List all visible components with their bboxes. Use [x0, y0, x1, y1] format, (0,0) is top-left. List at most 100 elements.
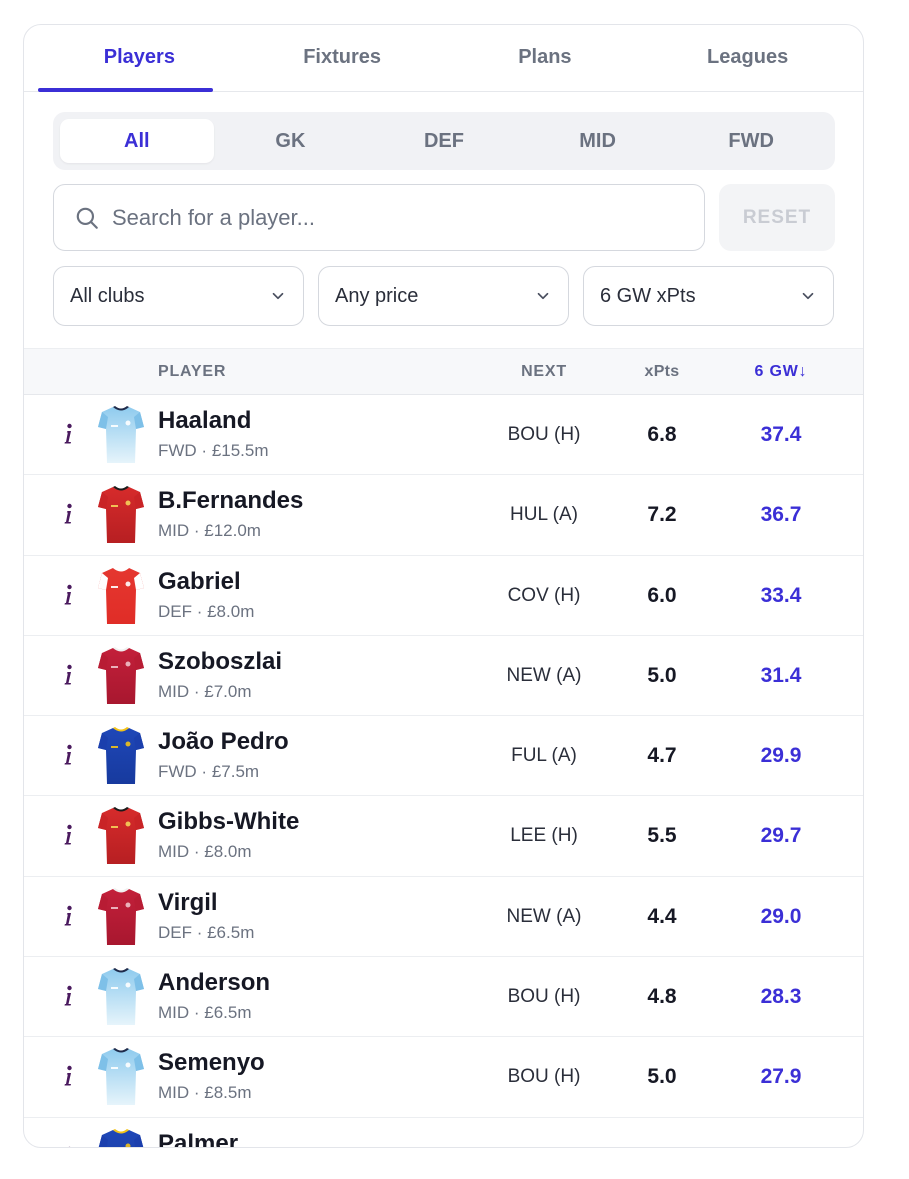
reset-button[interactable]: RESET	[719, 184, 835, 251]
info-icon[interactable]	[62, 820, 74, 850]
column-player[interactable]: PLAYER	[158, 349, 226, 394]
column-next[interactable]: NEXT	[494, 349, 594, 394]
position-fwd[interactable]: FWD	[674, 119, 828, 163]
info-icon[interactable]	[62, 499, 74, 529]
player-position-price: DEF · £8.0m	[158, 601, 255, 621]
next-fixture: NEW (A)	[506, 905, 582, 927]
table-row[interactable]: Gabriel DEF · £8.0m COV (H) 6.0 33.4	[24, 556, 863, 636]
xpts-value: 7.2	[647, 503, 677, 527]
table-row[interactable]: Anderson MID · £6.5m BOU (H) 4.8 28.3	[24, 957, 863, 1038]
six-gw-value: 37.4	[760, 423, 802, 446]
position-def[interactable]: DEF	[367, 119, 521, 163]
next-fixture: HUL (A)	[510, 504, 578, 526]
position-gk[interactable]: GK	[214, 119, 368, 163]
six-gw-value: 31.4	[760, 663, 802, 687]
xpts-value: 5.0	[647, 663, 677, 687]
team-shirt-icon	[98, 405, 144, 465]
info-icon[interactable]	[62, 1142, 74, 1147]
xpts-value: 4.8	[647, 985, 677, 1009]
column-6gw[interactable]: 6 GW↓	[736, 349, 826, 394]
player-name: Anderson	[158, 969, 271, 997]
player-position-price: MID · £8.5m	[158, 1083, 252, 1103]
six-gw-value: 36.7	[760, 503, 802, 527]
six-gw-value: 27.9	[760, 1065, 802, 1089]
six-gw-value: 29.7	[760, 824, 802, 848]
table-row[interactable]: B.Fernandes MID · £12.0m HUL (A) 7.2 36.7	[24, 475, 863, 556]
info-icon[interactable]	[62, 1061, 74, 1091]
player-name: B.Fernandes	[158, 487, 304, 515]
team-shirt-icon	[98, 1128, 144, 1147]
table-row[interactable]: Gibbs-White MID · £8.0m LEE (H) 5.5 29.7	[24, 796, 863, 877]
tab-leagues[interactable]: Leagues	[646, 25, 849, 91]
search-input[interactable]	[112, 204, 672, 231]
position-all[interactable]: All	[60, 119, 214, 163]
table-row[interactable]: Virgil DEF · £6.5m NEW (A) 4.4 29.0	[24, 877, 863, 958]
sort-select-value: 6 GW xPts	[600, 284, 696, 307]
xpts-value: 5.0	[647, 1065, 677, 1089]
next-fixture: FUL (A)	[511, 745, 577, 767]
tab-fixtures[interactable]: Fixtures	[241, 25, 444, 91]
search-box	[53, 184, 705, 251]
info-icon[interactable]	[62, 580, 74, 610]
club-select[interactable]: All clubs	[53, 266, 304, 326]
column-xpts[interactable]: xPts	[624, 349, 700, 394]
six-gw-value: 28.3	[760, 985, 802, 1009]
next-fixture: BOU (H)	[507, 1066, 581, 1088]
next-fixture: NEW (A)	[506, 664, 582, 686]
player-table-body: Haaland FWD · £15.5m BOU (H) 6.8 37.4 B.Ferna…	[24, 395, 863, 1148]
chevron-down-icon	[802, 292, 814, 300]
player-position-price: MID · £7.0m	[158, 681, 252, 701]
player-name: João Pedro	[158, 728, 289, 756]
team-shirt-icon	[98, 646, 144, 706]
xpts-value: 4.7	[647, 744, 677, 768]
info-icon[interactable]	[62, 981, 74, 1011]
team-shirt-icon	[98, 887, 144, 947]
player-position-price: FWD · £15.5m	[158, 441, 269, 460]
xpts-value: 6.0	[647, 583, 677, 607]
player-position-price: MID · £6.5m	[158, 1003, 252, 1023]
info-icon[interactable]	[62, 660, 74, 690]
chevron-down-icon	[272, 292, 284, 300]
xpts-value: 5.5	[647, 824, 677, 848]
player-position-price: FWD · £7.5m	[158, 762, 260, 782]
team-shirt-icon	[98, 566, 144, 626]
table-row[interactable]: Haaland FWD · £15.5m BOU (H) 6.8 37.4	[24, 395, 863, 476]
next-fixture: BOU (H)	[507, 986, 581, 1008]
xpts-value: 4.4	[647, 904, 677, 928]
info-icon[interactable]	[62, 901, 74, 931]
xpts-value: 6.8	[647, 423, 677, 446]
table-header: PLAYER NEXT xPts 6 GW↓	[24, 348, 863, 395]
player-position-price: DEF · £6.5m	[158, 922, 255, 942]
info-icon[interactable]	[62, 740, 74, 770]
next-fixture: BOU (H)	[507, 424, 581, 445]
player-name: Haaland	[158, 407, 252, 434]
price-select-value: Any price	[335, 284, 419, 307]
player-name: Palmer	[158, 1129, 239, 1148]
table-row[interactable]: Szoboszlai MID · £7.0m NEW (A) 5.0 31.4	[24, 636, 863, 717]
position-filter: All GK DEF MID FWD	[53, 112, 835, 170]
table-row[interactable]: João Pedro FWD · £7.5m FUL (A) 4.7 29.9	[24, 716, 863, 797]
six-gw-value: 29.0	[760, 904, 802, 928]
six-gw-value: 29.9	[760, 744, 802, 768]
player-name: Gibbs-White	[158, 808, 300, 836]
team-shirt-icon	[98, 806, 144, 866]
player-name: Gabriel	[158, 567, 241, 595]
search-icon	[76, 207, 98, 229]
player-name: Virgil	[158, 888, 218, 916]
player-list-card: Players Fixtures Plans Leagues All GK DE…	[23, 24, 864, 1148]
player-position-price: MID · £12.0m	[158, 521, 261, 541]
price-select[interactable]: Any price	[318, 266, 569, 326]
chevron-down-icon	[537, 292, 549, 300]
main-tabs: Players Fixtures Plans Leagues	[24, 25, 863, 92]
tab-plans[interactable]: Plans	[444, 25, 647, 91]
table-row[interactable]: Semenyo MID · £8.5m BOU (H) 5.0 27.9	[24, 1037, 863, 1118]
table-row[interactable]: Palmer	[24, 1118, 863, 1148]
position-mid[interactable]: MID	[521, 119, 675, 163]
player-name: Semenyo	[158, 1049, 265, 1077]
team-shirt-icon	[98, 967, 144, 1027]
sort-select[interactable]: 6 GW xPts	[583, 266, 834, 326]
tab-players[interactable]: Players	[38, 25, 241, 92]
next-fixture: LEE (H)	[510, 825, 578, 847]
next-fixture: COV (H)	[507, 584, 581, 606]
info-icon[interactable]	[62, 419, 74, 449]
